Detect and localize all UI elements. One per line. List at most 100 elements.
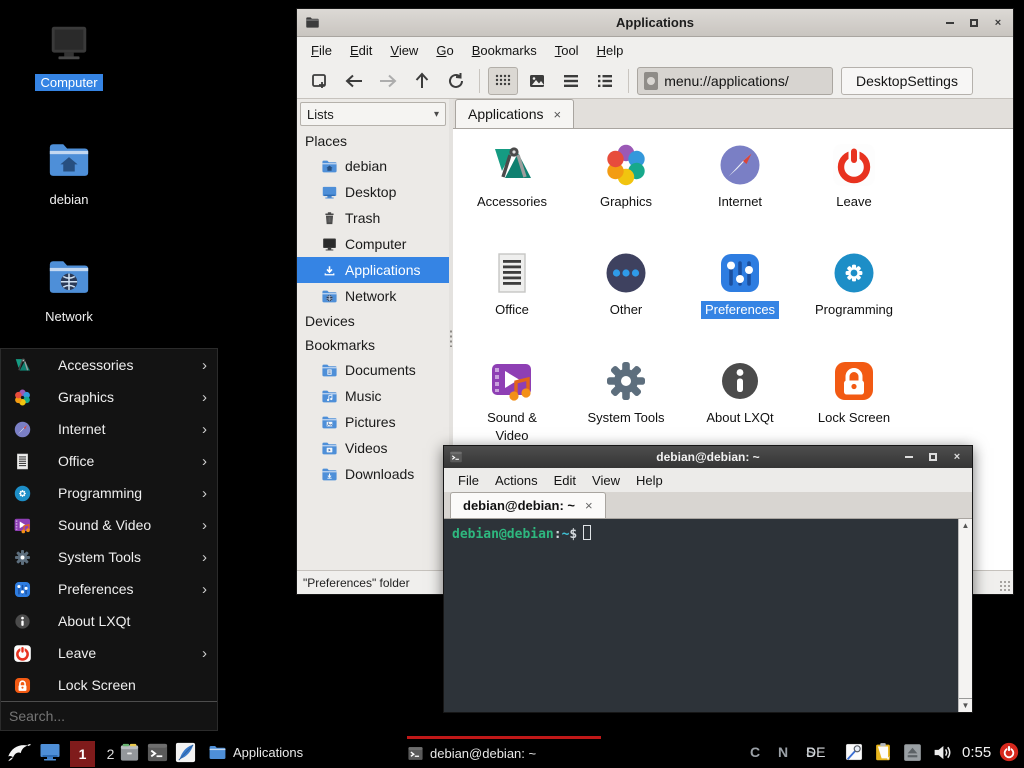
menu-go[interactable]: Go bbox=[428, 40, 461, 61]
close-button[interactable]: × bbox=[950, 450, 964, 464]
menu-file[interactable]: File bbox=[303, 40, 340, 61]
forward-button[interactable] bbox=[373, 67, 403, 95]
app-category-leave[interactable]: Leave bbox=[797, 141, 911, 249]
quicklaunch-featherpad[interactable] bbox=[174, 736, 197, 768]
menu-search[interactable] bbox=[1, 701, 217, 730]
new-tab-button[interactable] bbox=[305, 67, 335, 95]
app-category-office[interactable]: Office bbox=[455, 249, 569, 357]
close-button[interactable]: × bbox=[991, 16, 1005, 30]
keyboard-layout[interactable]: DE bbox=[806, 736, 825, 768]
desktop-settings-button[interactable]: DesktopSettings bbox=[841, 67, 973, 95]
clock[interactable]: 0:55 bbox=[962, 736, 991, 768]
sidebar-item-network[interactable]: Network bbox=[297, 283, 449, 309]
desktop-icon-computer[interactable]: Computer bbox=[14, 20, 124, 92]
app-category-internet[interactable]: Internet bbox=[683, 141, 797, 249]
workspace-1-button[interactable]: 1 bbox=[70, 736, 95, 768]
address-input[interactable] bbox=[664, 73, 826, 89]
show-desktop-button[interactable] bbox=[38, 736, 62, 768]
maximize-button[interactable] bbox=[926, 450, 940, 464]
sidebar-item-pictures[interactable]: Pictures bbox=[297, 409, 449, 435]
menu-item-about-lxqt[interactable]: About LXQt bbox=[1, 605, 217, 637]
address-protocol-icon bbox=[644, 72, 658, 90]
sidebar-item-computer[interactable]: Computer bbox=[297, 231, 449, 257]
app-category-preferences[interactable]: Preferences bbox=[683, 249, 797, 357]
sidebar-item-music[interactable]: Music bbox=[297, 383, 449, 409]
menu-help[interactable]: Help bbox=[628, 470, 671, 491]
sidebar-mode-selector[interactable]: Lists ▾ bbox=[300, 102, 446, 126]
resize-grip[interactable] bbox=[999, 580, 1011, 592]
terminal-titlebar[interactable]: debian@debian: ~ × bbox=[444, 446, 972, 468]
power-icon bbox=[998, 741, 1020, 763]
quicklaunch-file-manager[interactable] bbox=[118, 736, 141, 768]
taskbar-item-applications[interactable]: Applications bbox=[208, 736, 303, 768]
menu-item-sound-video[interactable]: Sound & Video› bbox=[1, 509, 217, 541]
tray-screenshot[interactable] bbox=[843, 736, 865, 768]
app-category-accessories[interactable]: Accessories bbox=[455, 141, 569, 249]
compact-list-button[interactable] bbox=[590, 67, 620, 95]
screenshot-icon bbox=[843, 741, 865, 763]
app-category-programming[interactable]: Programming bbox=[797, 249, 911, 357]
menu-item-internet[interactable]: Internet› bbox=[1, 413, 217, 445]
menu-tool[interactable]: Tool bbox=[547, 40, 587, 61]
sidebar-item-desktop[interactable]: Desktop bbox=[297, 179, 449, 205]
tray-clipboard[interactable] bbox=[872, 736, 894, 768]
menu-bookmarks[interactable]: Bookmarks bbox=[464, 40, 545, 61]
sidebar-item-videos[interactable]: Videos bbox=[297, 435, 449, 461]
menu-edit[interactable]: Edit bbox=[546, 470, 584, 491]
maximize-button[interactable] bbox=[967, 16, 981, 30]
volume-button[interactable] bbox=[932, 736, 953, 768]
minimize-button[interactable] bbox=[902, 450, 916, 464]
tray-removable-media[interactable] bbox=[902, 736, 923, 768]
tab-close-icon[interactable]: × bbox=[554, 107, 562, 122]
menu-item-preferences[interactable]: Preferences› bbox=[1, 573, 217, 605]
reload-button[interactable] bbox=[441, 67, 471, 95]
back-button[interactable] bbox=[339, 67, 369, 95]
menu-item-system-tools[interactable]: System Tools› bbox=[1, 541, 217, 573]
file-manager-titlebar[interactable]: Applications × bbox=[297, 9, 1013, 37]
tab-applications[interactable]: Applications × bbox=[455, 99, 574, 128]
menu-item-leave[interactable]: Leave› bbox=[1, 637, 217, 669]
menu-item-accessories[interactable]: Accessories› bbox=[1, 349, 217, 381]
desktop-icon bbox=[321, 184, 338, 201]
tab-terminal-session[interactable]: debian@debian: ~ × bbox=[450, 492, 606, 518]
terminal-scrollbar[interactable]: ▲ ▼ bbox=[958, 519, 972, 712]
shutdown-button[interactable] bbox=[998, 736, 1020, 768]
about-icon bbox=[716, 357, 764, 405]
minimize-button[interactable] bbox=[943, 16, 957, 30]
sidebar-item-documents[interactable]: Documents bbox=[297, 357, 449, 383]
sidebar-item-applications[interactable]: Applications bbox=[297, 257, 449, 283]
folder-home-icon bbox=[321, 158, 338, 175]
search-input[interactable] bbox=[9, 708, 209, 724]
desktop-icon bbox=[38, 740, 62, 764]
menu-item-programming[interactable]: Programming› bbox=[1, 477, 217, 509]
scroll-down-icon[interactable]: ▼ bbox=[959, 698, 972, 712]
menu-actions[interactable]: Actions bbox=[487, 470, 546, 491]
start-menu-button[interactable] bbox=[5, 736, 31, 768]
menu-file[interactable]: File bbox=[450, 470, 487, 491]
accessories-icon bbox=[13, 356, 32, 375]
icon-view-button[interactable] bbox=[488, 67, 518, 95]
up-button[interactable] bbox=[407, 67, 437, 95]
menu-item-graphics[interactable]: Graphics› bbox=[1, 381, 217, 413]
taskbar-item-terminal[interactable]: debian@debian: ~ bbox=[407, 736, 601, 768]
address-bar[interactable] bbox=[637, 67, 833, 95]
menu-help[interactable]: Help bbox=[589, 40, 632, 61]
app-category-graphics[interactable]: Graphics bbox=[569, 141, 683, 249]
menu-item-office[interactable]: Office› bbox=[1, 445, 217, 477]
sidebar-item-downloads[interactable]: Downloads bbox=[297, 461, 449, 487]
menu-view[interactable]: View bbox=[382, 40, 426, 61]
sidebar-item-trash[interactable]: Trash bbox=[297, 205, 449, 231]
desktop-icon-debian[interactable]: debian bbox=[14, 137, 124, 209]
terminal-screen[interactable]: debian@debian:~$ bbox=[444, 519, 958, 712]
quicklaunch-terminal[interactable] bbox=[146, 736, 169, 768]
desktop-icon-network[interactable]: Network bbox=[14, 254, 124, 326]
tab-close-icon[interactable]: × bbox=[585, 498, 593, 513]
detailed-list-button[interactable] bbox=[556, 67, 586, 95]
app-category-other[interactable]: Other bbox=[569, 249, 683, 357]
menu-view[interactable]: View bbox=[584, 470, 628, 491]
thumbnail-view-button[interactable] bbox=[522, 67, 552, 95]
sidebar-item-debian[interactable]: debian bbox=[297, 153, 449, 179]
menu-edit[interactable]: Edit bbox=[342, 40, 380, 61]
scroll-up-icon[interactable]: ▲ bbox=[962, 519, 970, 532]
menu-item-lock-screen[interactable]: Lock Screen bbox=[1, 669, 217, 701]
